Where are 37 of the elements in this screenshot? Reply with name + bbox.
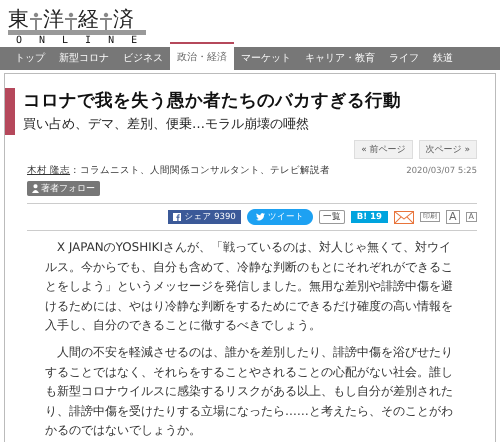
page-button[interactable]: « 前ページ: [354, 140, 413, 159]
nav-tab[interactable]: 新型コロナ: [52, 47, 116, 70]
mail-icon[interactable]: [394, 210, 414, 224]
body-paragraph: X JAPANのYOSHIKIさんが、「戦っているのは、対人じゃ無くて、対ウイルス。今からでも、自分も含めて、冷静な判断のもとにそれぞれができることをしよう」というメッセージを発信しました。無用な差別や誹謗中傷を避けるためには、やはり冷静な判断をするためにできるだけ確度の高い情報を入手し、自分のできることに徹するべきでしょう。: [45, 239, 454, 334]
logo-character: 東: [8, 8, 29, 30]
tweet-list-link[interactable]: 一覧: [318, 210, 345, 224]
nav-tab[interactable]: 鉄道: [426, 47, 460, 70]
font-large-button[interactable]: A: [446, 210, 460, 224]
body-paragraph: 人間の不安を軽減させるのは、誰かを差別したり、誹謗中傷を浴びせたりすることではなく、それらをすることやされることの心配がない社会。誰しも新型コロナウイルスに感染するリスクがある以上、もし自分が差別されたり、誹謗中傷を受けたりする立場になったら……と考えたら、そのことがわかるのではないでしょうか。: [45, 344, 454, 440]
facebook-icon: [173, 213, 182, 221]
nav-tab[interactable]: ビジネス: [116, 47, 170, 70]
logo-subtitle: ONLINE: [15, 35, 154, 47]
nav-tab[interactable]: トップ: [8, 47, 52, 70]
follow-button[interactable]: 著者フォロー: [27, 181, 100, 196]
hatena-bookmark-button[interactable]: B! 19: [350, 211, 388, 223]
nav-tab[interactable]: 政治・経済: [170, 42, 234, 70]
article-title: コロナで我を失う愚か者たちのバカすぎる行動: [23, 90, 401, 113]
bird-icon: [256, 213, 265, 221]
figure-icon: [100, 12, 112, 30]
nav-tab[interactable]: ライフ: [382, 47, 426, 70]
author-line: 木村 隆志：コラムニスト、人間関係コンサルタント、テレビ解説者: [27, 164, 330, 177]
nav-tab[interactable]: マーケット: [234, 47, 298, 70]
publish-date: 2020/03/07 5:25: [406, 166, 477, 176]
headline-accent-bar: [5, 88, 15, 135]
author-link[interactable]: 木村 隆志: [27, 165, 70, 176]
figure-icon: [65, 12, 77, 30]
page-button[interactable]: 次ページ »: [418, 140, 477, 159]
article-subtitle: 買い占め、デマ、差別、便乗…モラル崩壊の唖然: [23, 116, 310, 134]
nav-tab[interactable]: キャリア・教育: [298, 47, 382, 70]
logo-character: 洋: [43, 8, 64, 30]
logo-character: 経: [78, 8, 99, 30]
tweet-button[interactable]: ツイート: [246, 209, 313, 225]
person-icon: [32, 184, 39, 193]
figure-icon: [30, 12, 42, 30]
font-small-button[interactable]: A: [466, 212, 477, 222]
facebook-share-button[interactable]: シェア 9390: [168, 210, 241, 224]
logo-character: 済: [113, 8, 134, 30]
